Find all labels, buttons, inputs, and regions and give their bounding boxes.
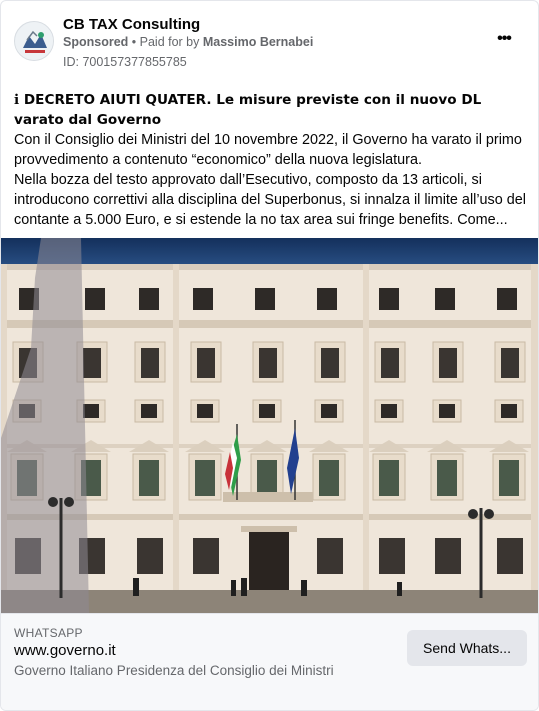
post-text: ℹ DECRETO AIUTI QUATER. Le misure previs…: [14, 90, 529, 230]
avatar-logo-icon: [15, 22, 53, 60]
sponsored-label[interactable]: Sponsored: [63, 35, 128, 49]
paid-for-label: Paid for by: [139, 35, 203, 49]
payer-name: Massimo Bernabei: [202, 35, 314, 49]
palazzo-chigi-photo: [1, 238, 538, 613]
link-caption: WHATSAPP: [14, 626, 83, 640]
link-url[interactable]: www.governo.it: [14, 642, 116, 659]
sponsored-meta: Sponsored • Paid for by Massimo Bernabei: [63, 35, 313, 49]
page-avatar[interactable]: [14, 21, 54, 61]
link-description: Governo Italiano Presidenza del Consigli…: [14, 663, 334, 678]
page-name[interactable]: CB TAX Consulting: [63, 16, 200, 33]
ad-header: CB TAX Consulting Sponsored • Paid for b…: [1, 1, 538, 81]
ad-image[interactable]: [1, 238, 538, 613]
ad-card: CB TAX Consulting Sponsored • Paid for b…: [0, 0, 539, 711]
post-headline: ℹ DECRETO AIUTI QUATER. Le misure previs…: [14, 92, 482, 128]
post-paragraph-1: Con il Consiglio dei Ministri del 10 nov…: [14, 132, 522, 168]
meta-separator: •: [128, 35, 140, 49]
more-options-icon[interactable]: •••: [492, 27, 516, 51]
post-paragraph-2: Nella bozza del testo approvato dall’Ese…: [14, 172, 526, 228]
send-whatsapp-button[interactable]: Send Whats...: [407, 630, 527, 666]
link-footer[interactable]: WHATSAPP www.governo.it Governo Italiano…: [1, 613, 538, 710]
ad-id: ID: 700157377855785: [63, 55, 187, 69]
